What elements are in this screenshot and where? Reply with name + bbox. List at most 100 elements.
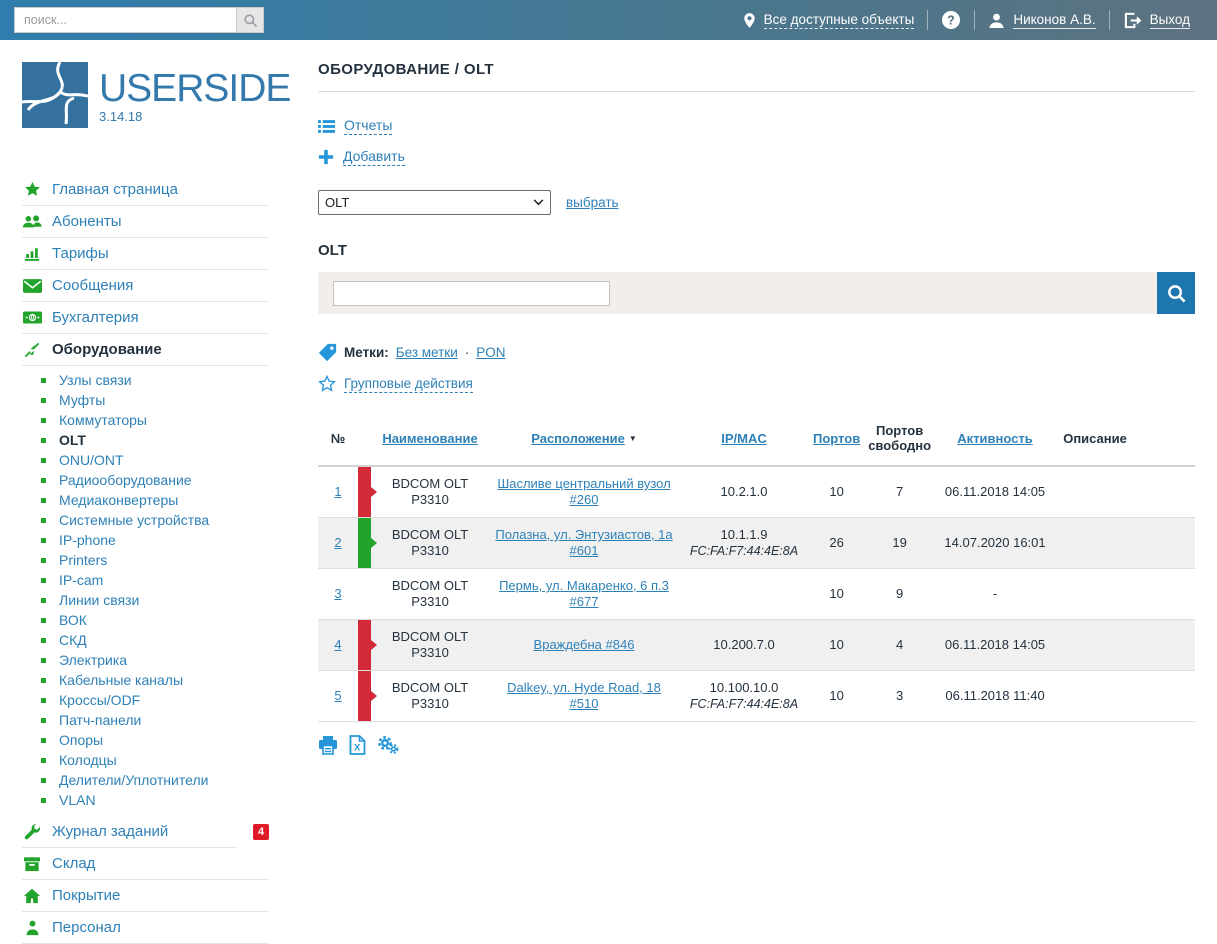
sidebar-item-task-journal[interactable]: Журнал заданий 4 (22, 816, 269, 847)
sidebar-subitem-electrics[interactable]: Электрика (22, 650, 269, 670)
spacer-cell (1135, 671, 1195, 722)
brand-name: USERSIDE (99, 70, 290, 108)
free-ports-cell: 19 (864, 518, 935, 569)
sidebar-subitem-onu[interactable]: ONU/ONT (22, 450, 269, 470)
sort-ip-link[interactable]: IP/MAC (721, 431, 767, 446)
user-item[interactable]: Никонов А.В. (975, 12, 1108, 29)
printer-icon (318, 736, 338, 755)
table-search-button[interactable] (1157, 272, 1195, 314)
sort-activity-link[interactable]: Активность (957, 431, 1032, 446)
sort-ports-link[interactable]: Портов (813, 431, 860, 446)
sort-name-link[interactable]: Наименование (382, 431, 477, 446)
sidebar-item-warehouse[interactable]: Склад (22, 848, 269, 879)
sidebar-subitem-vok[interactable]: ВОК (22, 610, 269, 630)
sidebar-subitem-vlan[interactable]: VLAN (22, 790, 269, 810)
status-indicator (358, 467, 371, 517)
sidebar-item-subscribers[interactable]: Абоненты (22, 206, 269, 237)
logout-icon (1123, 12, 1142, 29)
equipment-type-select[interactable]: OLT (318, 190, 551, 215)
status-indicator (358, 569, 371, 619)
sidebar-subitem-skd[interactable]: СКД (22, 630, 269, 650)
group-actions-link[interactable]: Групповые действия (344, 376, 473, 393)
sidebar-item-coverage[interactable]: Покрытие (22, 880, 269, 911)
row-number-link[interactable]: 1 (334, 484, 341, 499)
sidebar-subitem-ip-cam[interactable]: IP-cam (22, 570, 269, 590)
sidebar-item-tariffs[interactable]: Тарифы (22, 238, 269, 269)
sidebar-item-staff[interactable]: Персонал (22, 912, 269, 943)
add-link[interactable]: Добавить (343, 148, 405, 166)
tag-none-link[interactable]: Без метки (396, 345, 458, 360)
row-number-link[interactable]: 4 (334, 637, 341, 652)
location-link[interactable]: Враждебна #846 (534, 637, 635, 652)
free-ports-cell: 7 (864, 466, 935, 518)
choose-link[interactable]: выбрать (566, 195, 619, 210)
location-link[interactable]: Пермь, ул. Макаренко, 6 п.3 #677 (499, 578, 669, 609)
group-actions-row: Групповые действия (318, 375, 1195, 393)
col-name: Наименование (371, 413, 489, 466)
global-search-button[interactable] (236, 7, 264, 33)
sidebar-subitem-odf[interactable]: Кроссы/ODF (22, 690, 269, 710)
bullet-icon (41, 458, 46, 463)
export-excel-button[interactable]: X (349, 735, 366, 755)
section-title: OLT (318, 242, 1195, 259)
sidebar-item-accounting[interactable]: 0 Бухгалтерия (22, 302, 269, 333)
help-item[interactable]: ? (928, 10, 974, 30)
sidebar-subitem-ip-phone[interactable]: IP-phone (22, 530, 269, 550)
search-icon (1166, 283, 1187, 304)
row-number-link[interactable]: 5 (334, 688, 341, 703)
sidebar-subitem-lines[interactable]: Линии связи (22, 590, 269, 610)
col-ports: Портов (809, 413, 864, 466)
bullet-icon (41, 538, 46, 543)
sidebar-subitem-couplings[interactable]: Муфты (22, 390, 269, 410)
description-cell (1055, 671, 1135, 722)
row-number-link[interactable]: 2 (334, 535, 341, 550)
sidebar-subitem-printers[interactable]: Printers (22, 550, 269, 570)
sidebar-subitem-wells[interactable]: Колодцы (22, 750, 269, 770)
print-button[interactable] (318, 736, 338, 755)
sidebar-subitem-mediaconverters[interactable]: Медиаконвертеры (22, 490, 269, 510)
logout-item[interactable]: Выход (1110, 12, 1203, 29)
bullet-icon (41, 658, 46, 663)
sidebar: USERSIDE 3.14.18 Главная страница Абонен… (0, 40, 318, 944)
sidebar-subitem-patch-panels[interactable]: Патч-панели (22, 710, 269, 730)
logout-link[interactable]: Выход (1150, 12, 1190, 29)
sidebar-item-home[interactable]: Главная страница (22, 174, 269, 205)
bullet-icon (41, 438, 46, 443)
sidebar-subitem-olt[interactable]: OLT (22, 430, 269, 450)
logo[interactable]: USERSIDE 3.14.18 (22, 62, 318, 128)
star-outline-icon (318, 375, 336, 393)
table-filter-input[interactable] (333, 281, 610, 306)
main-content: ОБОРУДОВАНИЕ / OLT Отчеты Добавить OLT в… (318, 40, 1195, 755)
sidebar-subitem-switches[interactable]: Коммутаторы (22, 410, 269, 430)
ip-mac-cell: 10.200.7.0 (679, 620, 809, 671)
sort-location-link[interactable]: Расположение (531, 431, 625, 446)
bullet-icon (41, 418, 46, 423)
row-number-link[interactable]: 3 (334, 586, 341, 601)
sidebar-subitem-system-devices[interactable]: Системные устройства (22, 510, 269, 530)
all-objects-item[interactable]: Все доступные объекты (730, 12, 928, 29)
sidebar-subitem-radio[interactable]: Радиооборудование (22, 470, 269, 490)
global-search-input[interactable] (14, 7, 236, 33)
sidebar-subitem-splitters[interactable]: Делители/Уплотнители (22, 770, 269, 790)
table-settings-button[interactable] (377, 735, 399, 755)
location-link[interactable]: Шасливе центральний вузол #260 (497, 476, 670, 507)
sidebar-subitem-poles[interactable]: Опоры (22, 730, 269, 750)
reports-link[interactable]: Отчеты (344, 117, 392, 135)
col-location: Расположение▼ (489, 413, 679, 466)
sidebar-item-messages[interactable]: Сообщения (22, 270, 269, 301)
all-objects-link[interactable]: Все доступные объекты (764, 12, 915, 29)
location-link[interactable]: Dalkey, ул. Hyde Road, 18 #510 (507, 680, 661, 711)
tag-pon-link[interactable]: PON (476, 345, 505, 360)
bullet-icon (41, 778, 46, 783)
sidebar-subitem-cable-channels[interactable]: Кабельные каналы (22, 670, 269, 690)
sidebar-subitem-nodes[interactable]: Узлы связи (22, 370, 269, 390)
network-arrows-icon (22, 342, 42, 358)
user-link[interactable]: Никонов А.В. (1013, 12, 1095, 29)
sidebar-item-equipment[interactable]: Оборудование (22, 334, 269, 365)
global-search (14, 7, 264, 33)
location-link[interactable]: Полазна, ул. Энтузиастов, 1а #601 (495, 527, 672, 558)
sidebar-menu: Главная страница Абоненты Тарифы Сообщен… (22, 174, 269, 944)
table-row: 3 BDCOM OLT P3310 Пермь, ул. Макаренко, … (318, 569, 1195, 620)
bullet-icon (41, 638, 46, 643)
spacer-cell (1135, 569, 1195, 620)
